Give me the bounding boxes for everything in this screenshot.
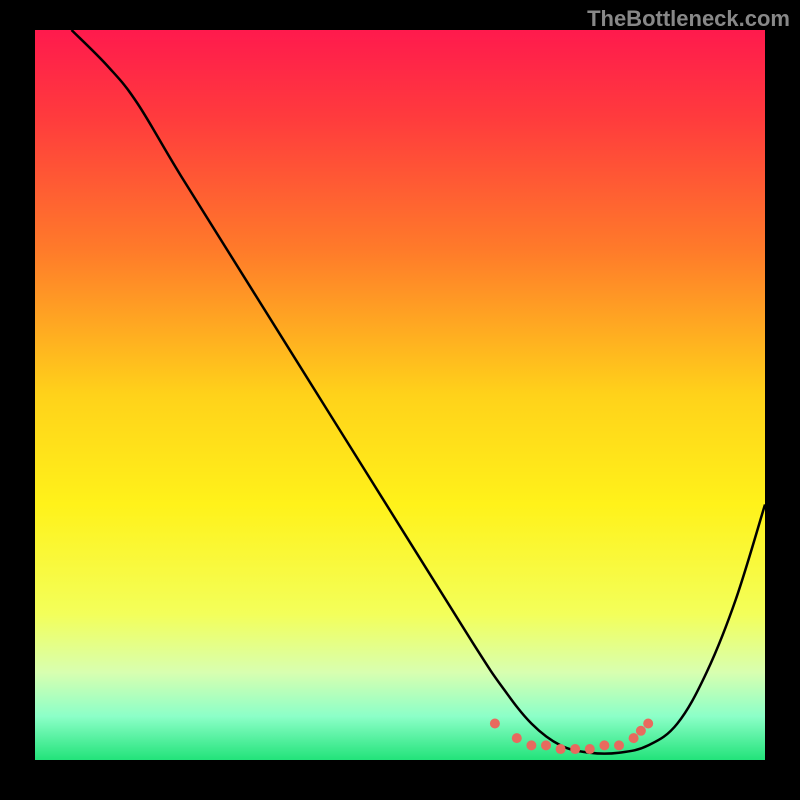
- marker-dot: [636, 726, 646, 736]
- marker-dot: [512, 733, 522, 743]
- watermark: TheBottleneck.com: [587, 6, 790, 32]
- marker-dot: [556, 744, 566, 754]
- chart-svg: [35, 30, 765, 760]
- marker-dot: [541, 740, 551, 750]
- marker-dot: [629, 733, 639, 743]
- marker-dot: [585, 744, 595, 754]
- gradient-background: [35, 30, 765, 760]
- plot-area: [35, 30, 765, 760]
- marker-dot: [599, 740, 609, 750]
- chart-frame: TheBottleneck.com: [0, 0, 800, 800]
- marker-dot: [490, 719, 500, 729]
- marker-dot: [614, 740, 624, 750]
- marker-dot: [526, 740, 536, 750]
- marker-dot: [643, 719, 653, 729]
- marker-dot: [570, 744, 580, 754]
